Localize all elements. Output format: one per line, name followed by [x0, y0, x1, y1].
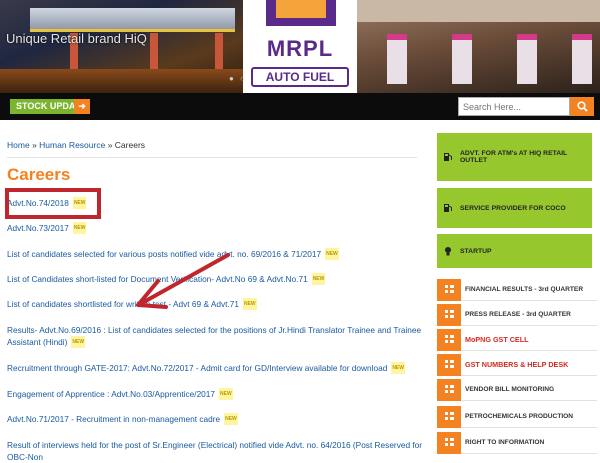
list-icon: [437, 431, 461, 454]
list-icon: [437, 278, 461, 301]
list-icon: [437, 353, 461, 376]
sidebar-item-label: MoPNG GST CELL: [465, 335, 529, 344]
sidebar-item-label: PRESS RELEASE - 3rd QUARTER: [465, 311, 571, 318]
new-badge-icon: NEW: [71, 336, 86, 348]
sidebar-item-gst-numbers[interactable]: GST NUMBERS & HELP DESK: [437, 353, 597, 376]
career-link[interactable]: Results- Advt.No.69/2016 : List of candi…: [7, 324, 427, 348]
header-banner: Unique Retail brand HiQ MRPL AUTO FUEL ●…: [0, 0, 600, 93]
new-badge-icon: NEW: [311, 273, 326, 285]
sidebar-item-rti[interactable]: RIGHT TO INFORMATION: [437, 431, 597, 454]
sidebar-item-label: RIGHT TO INFORMATION: [465, 439, 545, 446]
fuel-pump-icon: [444, 204, 452, 212]
sidebar-item-startup[interactable]: STARTUP: [437, 234, 592, 268]
career-link-text[interactable]: Advt.No.73/2017: [7, 223, 69, 233]
career-link[interactable]: Advt.No.73/2017 NEW: [7, 222, 427, 234]
career-link[interactable]: Result of interviews held for the post o…: [7, 439, 427, 463]
sidebar-item-coco-service[interactable]: SERVICE PROVIDER FOR COCO: [437, 188, 592, 228]
banner-photo-right: [357, 0, 600, 93]
new-badge-icon: NEW: [391, 362, 405, 374]
career-link[interactable]: Advt.No.71/2017 - Recruitment in non-man…: [7, 413, 427, 425]
logo-arch-icon: [266, 0, 336, 26]
career-link-text[interactable]: Engagement of Apprentice : Advt.No.03/Ap…: [7, 389, 215, 399]
sidebar-item-label: VENDOR BILL MONITORING: [465, 386, 555, 393]
sidebar-item-label: GST NUMBERS & HELP DESK: [465, 360, 569, 369]
lightbulb-icon: [445, 247, 451, 256]
page-title: Careers: [7, 165, 71, 184]
breadcrumb-home-link[interactable]: Home: [7, 140, 30, 150]
main-content: Home » Human Resource » Careers Careers …: [0, 120, 430, 462]
career-link-text[interactable]: Results- Advt.No.69/2016 : List of candi…: [7, 325, 421, 347]
new-badge-icon: NEW: [224, 413, 238, 425]
highlight-box: [5, 188, 101, 219]
stock-update-button[interactable]: STOCK UPDATE ➜: [10, 99, 90, 114]
career-link[interactable]: Engagement of Apprentice : Advt.No.03/Ap…: [7, 388, 427, 400]
banner-tagline: Unique Retail brand HiQ: [6, 31, 147, 46]
list-icon: [437, 328, 461, 351]
career-link-text[interactable]: Recruitment through GATE-2017: Advt.No.7…: [7, 363, 387, 373]
sidebar-item-financial-results[interactable]: FINANCIAL RESULTS - 3rd QUARTER: [437, 278, 597, 301]
breadcrumb-hr-link[interactable]: Human Resource: [39, 140, 105, 150]
list-icon: [437, 405, 461, 428]
new-badge-icon: NEW: [72, 222, 87, 234]
sidebar-item-label: PETROCHEMICALS PRODUCTION: [465, 413, 574, 420]
breadcrumb-separator: »: [32, 140, 37, 150]
new-badge-icon: NEW: [242, 298, 257, 310]
sidebar-item-label: FINANCIAL RESULTS - 3rd QUARTER: [465, 286, 584, 293]
logo-text: MRPL: [266, 36, 334, 61]
slider-dots[interactable]: ● ○: [229, 74, 247, 83]
sidebar-item-press-release[interactable]: PRESS RELEASE - 3rd QUARTER: [437, 303, 597, 326]
career-link-text[interactable]: Advt.No.71/2017 - Recruitment in non-man…: [7, 414, 220, 424]
mrpl-logo[interactable]: MRPL AUTO FUEL: [243, 0, 357, 93]
logo-subtitle: AUTO FUEL: [251, 67, 349, 87]
search-icon: [576, 101, 588, 112]
top-navbar: STOCK UPDATE ➜: [0, 93, 600, 120]
sidebar-item-petrochemicals[interactable]: PETROCHEMICALS PRODUCTION: [437, 405, 597, 428]
breadcrumb-separator: »: [107, 140, 113, 150]
career-link-text[interactable]: Result of interviews held for the post o…: [7, 440, 422, 462]
sidebar-item-label: ADVT. FOR ATM's AT HIQ RETAIL OUTLET: [460, 150, 568, 164]
fuel-pump-icon: [444, 153, 452, 161]
divider: [7, 157, 417, 158]
sidebar-item-gst-cell[interactable]: MoPNG GST CELL: [437, 328, 597, 351]
banner-photo-left: [0, 0, 243, 93]
new-badge-icon: NEW: [325, 248, 339, 260]
career-link[interactable]: Recruitment through GATE-2017: Advt.No.7…: [7, 362, 427, 374]
arrow-right-icon: ➜: [74, 99, 90, 114]
sidebar-item-label: STARTUP: [460, 247, 492, 255]
breadcrumb: Home » Human Resource » Careers: [7, 140, 145, 150]
search-input[interactable]: [458, 97, 570, 116]
annotation-arrow-icon: [136, 253, 230, 309]
sidebar-item-atm-advt[interactable]: ADVT. FOR ATM's AT HIQ RETAIL OUTLET: [437, 133, 592, 181]
search-button[interactable]: [570, 97, 594, 116]
sidebar-item-label: SERVICE PROVIDER FOR COCO: [460, 204, 566, 212]
breadcrumb-current: Careers: [114, 140, 146, 150]
list-icon: [437, 303, 461, 326]
new-badge-icon: NEW: [219, 388, 233, 400]
sidebar-item-vendor-bill[interactable]: VENDOR BILL MONITORING: [437, 378, 597, 401]
list-icon: [437, 378, 461, 401]
